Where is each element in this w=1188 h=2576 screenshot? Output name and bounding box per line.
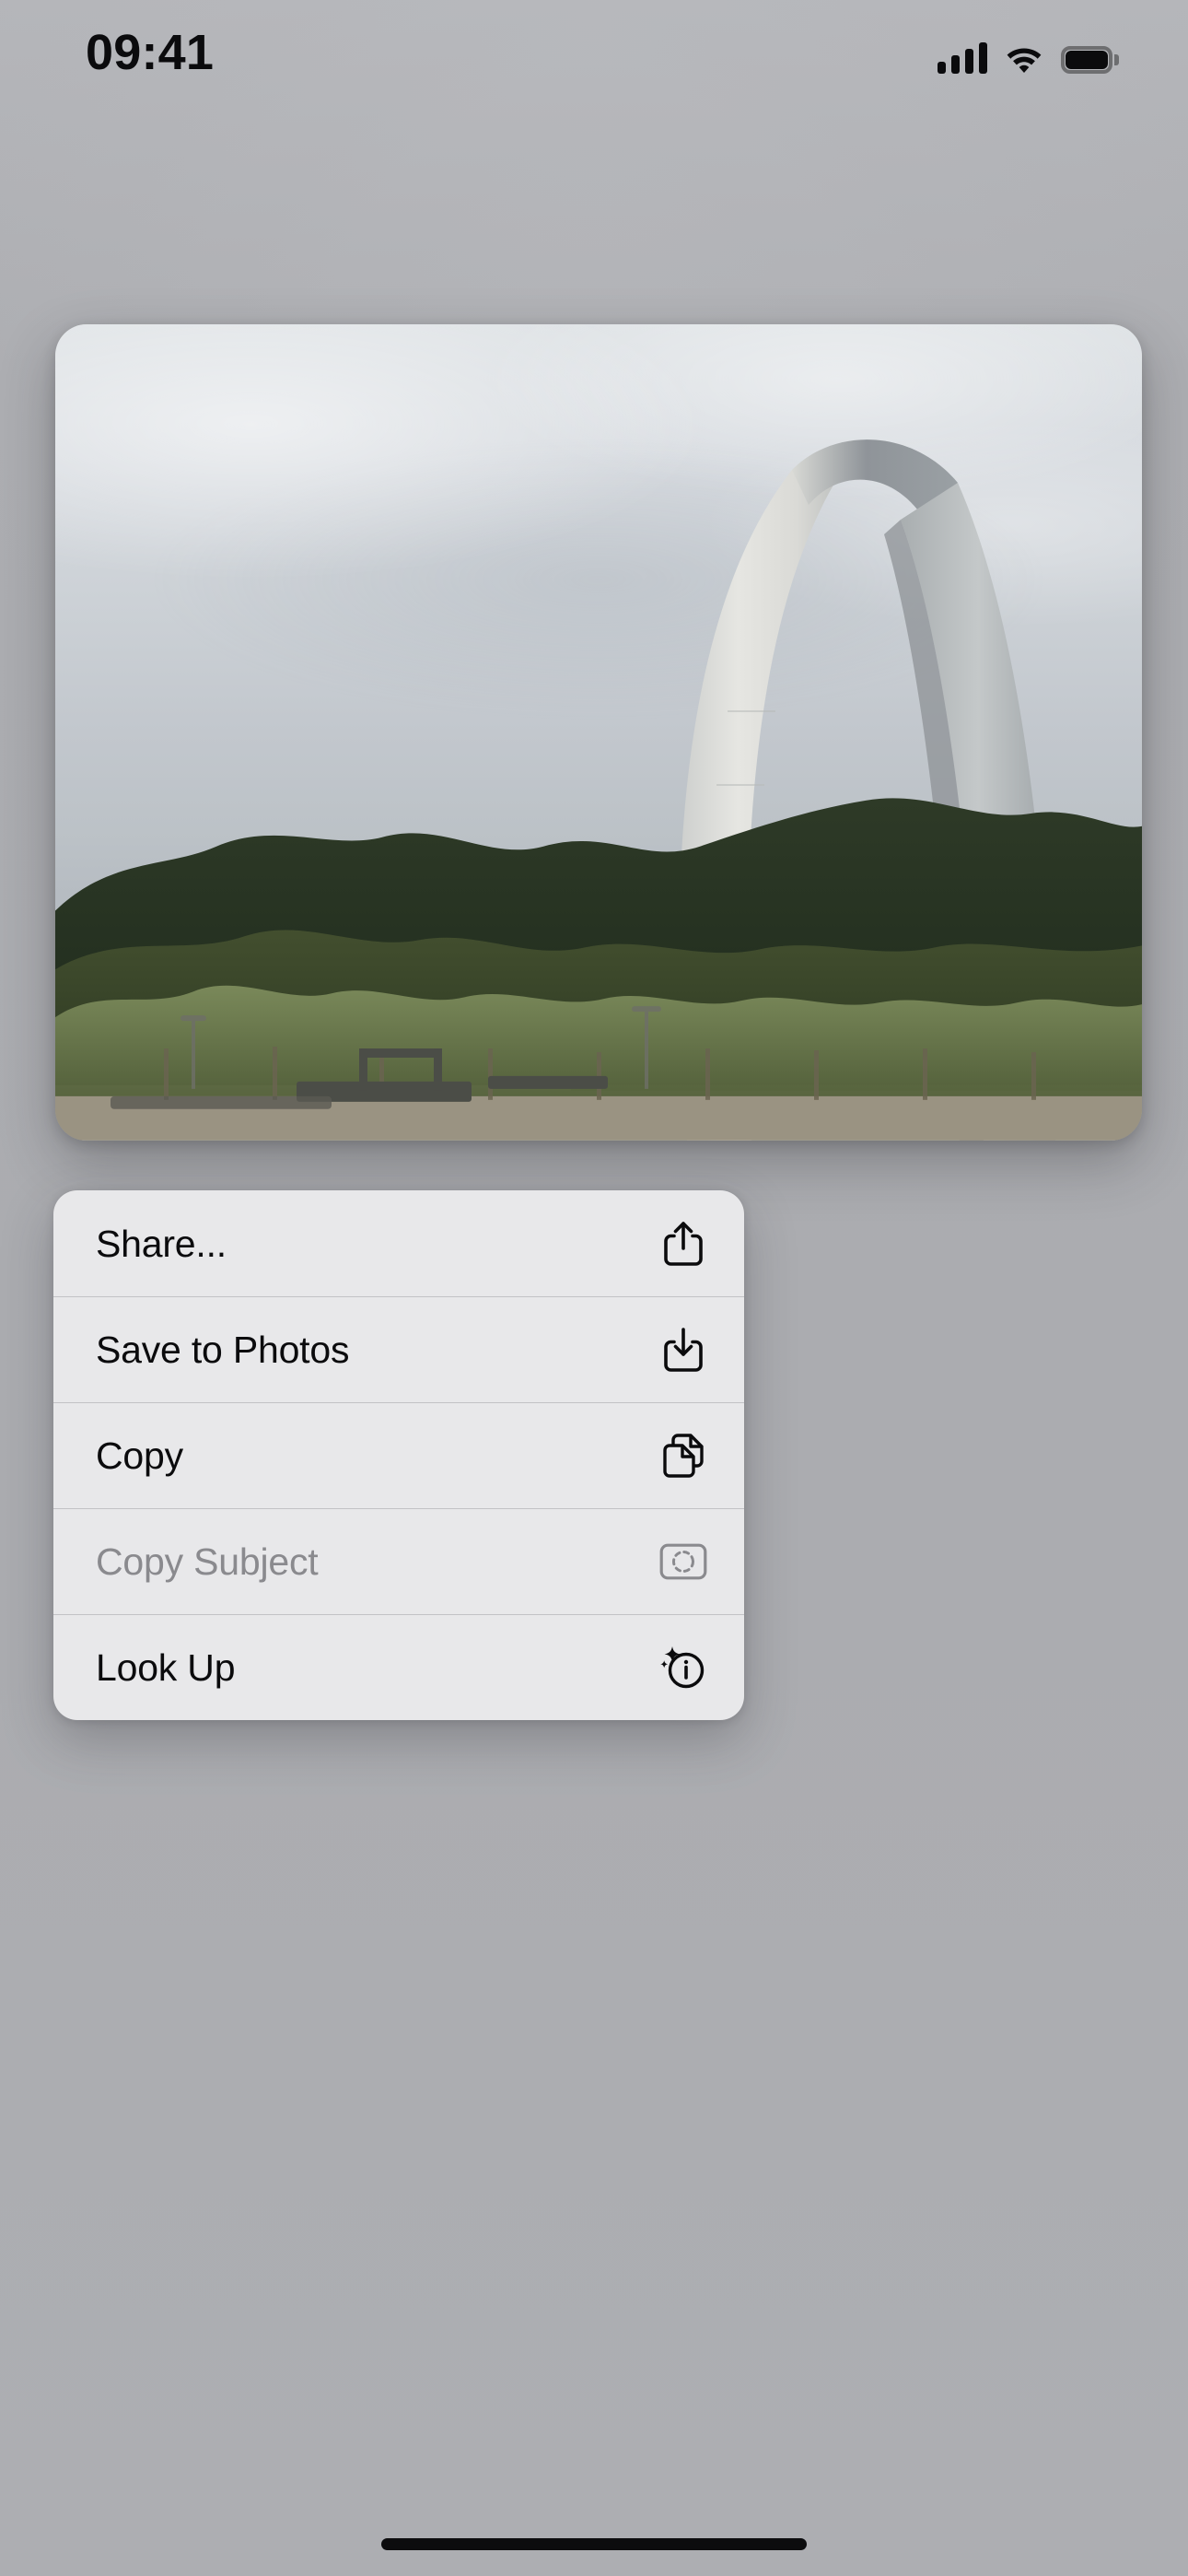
menu-item-label: Share... [96, 1222, 227, 1265]
look-up-info-icon [659, 1644, 707, 1692]
cellular-bars-icon [938, 42, 987, 74]
iphone-screen: 09:41 Share... Save to Photos Copy Copy … [0, 0, 1188, 2576]
share-icon [659, 1220, 707, 1268]
subject-select-icon [659, 1538, 707, 1586]
menu-item-label: Save to Photos [96, 1328, 350, 1371]
park-treeline [55, 773, 1142, 1141]
menu-item-share[interactable]: Share... [53, 1190, 744, 1296]
status-bar: 09:41 [0, 0, 1188, 111]
wifi-icon [1004, 42, 1044, 74]
menu-item-look-up[interactable]: Look Up [53, 1614, 744, 1720]
menu-item-label: Look Up [96, 1645, 236, 1689]
status-bar-time: 09:41 [86, 25, 215, 80]
photo-image [55, 324, 1142, 1141]
status-bar-indicators [938, 33, 1119, 74]
menu-item-copy-subject: Copy Subject [53, 1508, 744, 1614]
photo-preview[interactable] [55, 324, 1142, 1141]
menu-item-label: Copy Subject [96, 1540, 319, 1583]
home-indicator[interactable] [381, 2538, 807, 2550]
menu-item-label: Copy [96, 1434, 183, 1477]
battery-full-icon [1061, 46, 1119, 74]
context-menu[interactable]: Share... Save to Photos Copy Copy Subjec… [53, 1190, 744, 1720]
copy-documents-icon [659, 1432, 707, 1480]
save-download-icon [659, 1326, 707, 1374]
menu-item-save-to-photos[interactable]: Save to Photos [53, 1296, 744, 1402]
menu-item-copy[interactable]: Copy [53, 1402, 744, 1508]
